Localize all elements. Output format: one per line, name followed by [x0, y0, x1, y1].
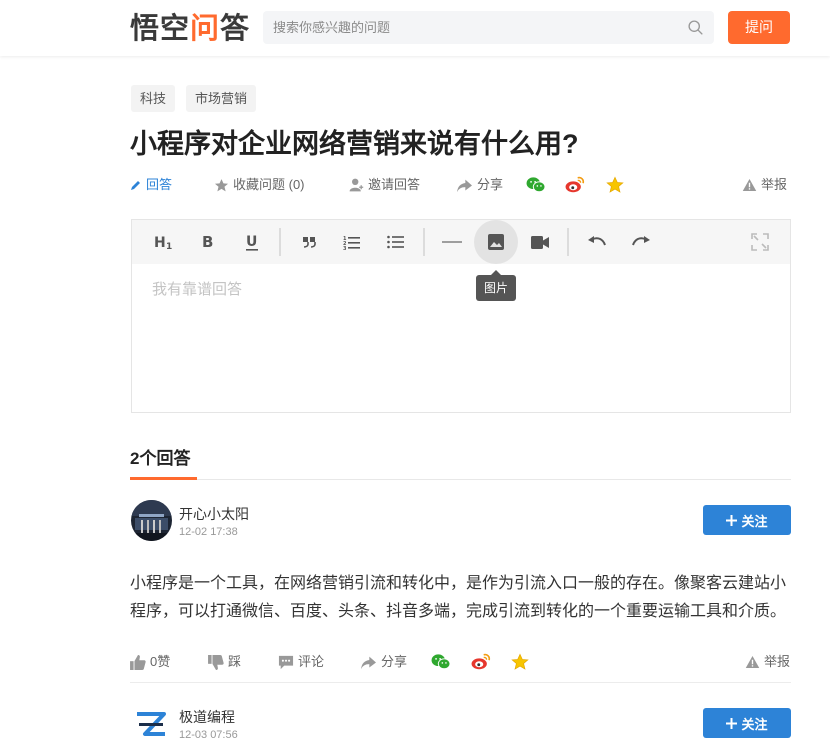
- editor-toolbar: H1 B U 123: [132, 220, 790, 264]
- comment-icon: [278, 655, 294, 669]
- follow-button[interactable]: 关注: [703, 708, 791, 738]
- question-actions: 回答 收藏问题 (0) 邀请回答 分享 举报: [130, 175, 791, 197]
- answer-button[interactable]: 回答: [130, 175, 172, 195]
- wechat-icon: [526, 177, 546, 193]
- svg-text:3: 3: [343, 246, 347, 250]
- image-button[interactable]: [474, 220, 518, 264]
- quote-button[interactable]: [287, 220, 331, 264]
- weibo-share-button[interactable]: [565, 175, 585, 195]
- answer-date: 12-03 07:56: [179, 729, 238, 741]
- comment-button[interactable]: 评论: [278, 652, 324, 672]
- thumbs-up-icon: [130, 654, 146, 670]
- site-logo[interactable]: 悟空问答: [130, 10, 250, 46]
- answer-date: 12-02 17:38: [179, 526, 238, 538]
- svg-text:H: H: [154, 235, 166, 250]
- username[interactable]: 开心小太阳: [179, 504, 249, 524]
- video-button[interactable]: [518, 220, 562, 264]
- toolbar-separator: [567, 228, 569, 256]
- search-box[interactable]: [263, 11, 714, 44]
- divider-icon: [442, 241, 462, 243]
- ask-question-button[interactable]: 提问: [728, 11, 790, 44]
- svg-text:1: 1: [166, 242, 172, 250]
- answer-divider: [130, 682, 791, 683]
- toolbar-separator: [279, 228, 281, 256]
- ordered-list-button[interactable]: 123: [330, 220, 374, 264]
- warning-icon: [742, 179, 757, 191]
- wechat-share-button[interactable]: [431, 652, 451, 672]
- share-icon: [457, 179, 472, 192]
- star-icon: [214, 178, 229, 191]
- weibo-share-button[interactable]: [471, 652, 491, 672]
- question-title: 小程序对企业网络营销来说有什么用?: [130, 129, 579, 159]
- share-icon: [361, 656, 376, 669]
- search-input[interactable]: [263, 11, 673, 44]
- divider-button[interactable]: [430, 220, 474, 264]
- ordered-list-icon: 123: [343, 236, 360, 250]
- answer-editor[interactable]: H1 B U 123 我有靠谱回答: [131, 219, 791, 413]
- undo-button[interactable]: [575, 220, 619, 264]
- favorite-button[interactable]: 收藏问题 (0): [214, 175, 305, 195]
- undo-icon: [588, 236, 606, 246]
- image-icon: [488, 234, 504, 250]
- username[interactable]: 极道编程: [179, 707, 235, 727]
- pencil-icon: [131, 181, 140, 190]
- svg-text:U: U: [246, 234, 257, 250]
- redo-button[interactable]: [619, 220, 663, 264]
- bullet-list-icon: [387, 235, 404, 249]
- video-icon: [531, 235, 549, 249]
- toolbar-separator: [423, 228, 425, 256]
- underline-button[interactable]: U: [230, 220, 274, 264]
- underline-icon: U: [246, 234, 258, 251]
- invite-button[interactable]: 邀请回答: [348, 175, 420, 195]
- heading-icon: H1: [154, 235, 172, 250]
- wechat-share-button[interactable]: [526, 175, 546, 195]
- redo-icon: [632, 236, 650, 246]
- report-button[interactable]: 举报: [745, 652, 790, 672]
- heading-button[interactable]: H1: [142, 220, 186, 264]
- avatar-logo-icon: [131, 704, 172, 745]
- bold-icon: B: [202, 234, 213, 250]
- fullscreen-button[interactable]: [738, 220, 782, 264]
- warning-icon: [745, 656, 760, 668]
- tag-marketing[interactable]: 市场营销: [186, 85, 257, 112]
- follow-button[interactable]: 关注: [703, 505, 791, 535]
- answers-count: 2个回答: [130, 449, 191, 468]
- search-icon[interactable]: [687, 19, 704, 36]
- image-tooltip: 图片: [476, 270, 516, 301]
- bullet-list-button[interactable]: [374, 220, 418, 264]
- answers-divider: [130, 479, 791, 480]
- tag-tech[interactable]: 科技: [131, 85, 176, 112]
- top-header: 悟空问答 提问: [0, 0, 830, 56]
- weibo-icon: [565, 176, 585, 193]
- qzone-share-button[interactable]: [511, 652, 529, 672]
- report-button[interactable]: 举报: [742, 175, 787, 195]
- avatar[interactable]: [131, 500, 172, 541]
- editor-placeholder[interactable]: 我有靠谱回答: [152, 278, 242, 299]
- answer-content: 小程序是一个工具，在网络营销引流和转化中，是作为引流入口一般的存在。像聚客云建站…: [130, 575, 787, 620]
- invite-user-icon: [349, 178, 364, 192]
- answer-actions: 0赞 踩 评论 分享 举报: [130, 652, 791, 674]
- wechat-icon: [431, 654, 451, 670]
- plus-icon: [726, 717, 738, 729]
- avatar-image: [131, 500, 172, 541]
- qzone-star-icon: [511, 653, 529, 670]
- bold-button[interactable]: B: [186, 220, 230, 264]
- dislike-button[interactable]: 踩: [208, 652, 241, 672]
- share-button[interactable]: 分享: [360, 652, 407, 672]
- like-button[interactable]: 0赞: [130, 652, 170, 672]
- qzone-share-button[interactable]: [606, 175, 624, 195]
- thumbs-down-icon: [208, 654, 224, 670]
- answers-tab-underline: [130, 477, 197, 480]
- share-button[interactable]: 分享: [456, 175, 503, 195]
- quote-icon: [303, 237, 316, 248]
- svg-text:B: B: [202, 234, 213, 250]
- weibo-icon: [471, 653, 491, 670]
- plus-icon: [726, 514, 738, 526]
- fullscreen-icon: [751, 233, 769, 251]
- avatar[interactable]: [131, 704, 172, 745]
- qzone-star-icon: [606, 176, 624, 193]
